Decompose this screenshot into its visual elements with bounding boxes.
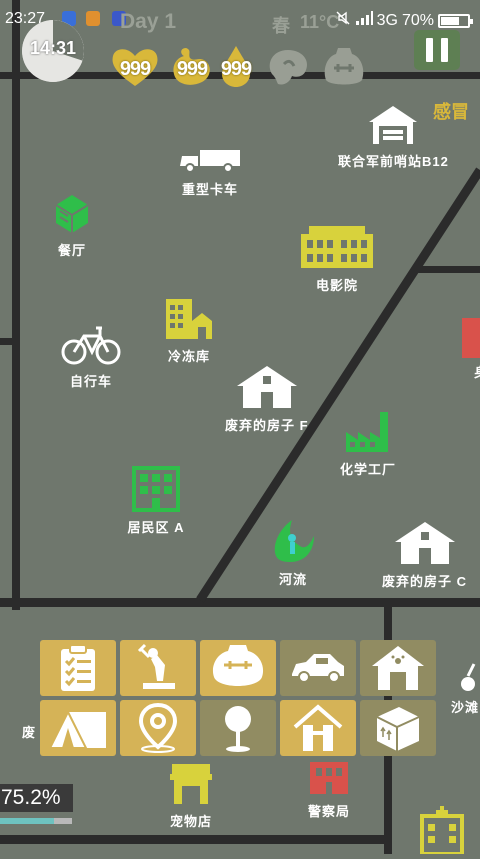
pause-icon-bar xyxy=(426,38,433,62)
factory-icon xyxy=(346,412,388,452)
truck-icon xyxy=(180,150,240,173)
car-icon xyxy=(292,654,344,683)
home-button[interactable] xyxy=(280,700,356,756)
map-location-button[interactable] xyxy=(120,700,196,756)
action-menu xyxy=(40,640,440,760)
location-label: 化学工厂 xyxy=(340,462,397,477)
location-truck[interactable]: 重型卡车 xyxy=(178,148,242,198)
mental-stat[interactable] xyxy=(262,44,314,88)
box-icon xyxy=(376,707,420,751)
location-cold-storage[interactable]: 冷冻库 xyxy=(164,297,214,365)
network-type: 3G xyxy=(376,11,398,29)
restaurant-icon xyxy=(55,195,89,233)
clock-time: 14:31 xyxy=(29,38,77,58)
location-label: 重型卡车 xyxy=(181,182,238,197)
backpack-icon xyxy=(212,645,264,686)
offscreen-location-label: 身 xyxy=(474,362,480,381)
battery-percent: 70% xyxy=(401,11,434,29)
location-restaurant[interactable]: 餐厅 xyxy=(52,193,92,259)
location-label: 居民区 A xyxy=(127,520,185,535)
health-value: 999 xyxy=(119,58,151,80)
location-label: 电影院 xyxy=(315,278,358,293)
day-clock: 14:31 xyxy=(22,20,84,82)
road-bottom xyxy=(0,835,392,844)
pause-button[interactable] xyxy=(414,30,460,70)
location-label: 宠物店 xyxy=(169,814,212,829)
thirst-stat[interactable]: 999 xyxy=(210,44,262,88)
bicycle-icon xyxy=(61,326,121,365)
beach-icon xyxy=(461,663,476,691)
day-counter: Day 1 xyxy=(120,10,177,33)
temperature-label: 11°C xyxy=(300,12,340,32)
house-icon xyxy=(394,522,455,564)
cinema-icon xyxy=(301,226,373,268)
home-icon xyxy=(293,704,343,751)
location-label: 警察局 xyxy=(307,804,350,819)
location-label: 废弃的房子 F xyxy=(225,418,309,433)
location-residential-a[interactable]: 居民区 A xyxy=(126,466,186,536)
hospital-icon xyxy=(420,806,464,856)
cold-storage-icon xyxy=(166,299,212,339)
signal-icon xyxy=(355,11,373,30)
task-list-button[interactable] xyxy=(40,640,116,696)
road-south xyxy=(0,598,480,607)
location-police-station[interactable]: 警察局 xyxy=(306,760,352,820)
location-bicycle[interactable]: 自行车 xyxy=(60,322,122,390)
outpost-icon xyxy=(369,106,418,144)
signpost-button[interactable] xyxy=(200,700,276,756)
scavenge-icon xyxy=(137,643,175,689)
road-west-stub xyxy=(0,338,14,345)
scavenge-button[interactable] xyxy=(120,640,196,696)
location-label: 冷冻库 xyxy=(167,349,210,364)
location-abandoned-house-f[interactable]: 废弃的房子 F xyxy=(225,364,309,434)
location-river[interactable]: 河流 xyxy=(270,516,316,588)
road-east-branch xyxy=(418,266,480,273)
location-beach[interactable]: 沙滩 xyxy=(450,662,480,716)
season-label: 春 xyxy=(272,16,290,36)
river-icon xyxy=(274,520,314,562)
clipboard-checklist-icon xyxy=(61,644,95,691)
pet-house-icon xyxy=(372,646,424,690)
location-chemical-factory[interactable]: 化学工厂 xyxy=(340,410,396,478)
shelter-button[interactable] xyxy=(360,640,436,696)
backpack-load-icon xyxy=(324,48,364,85)
location-outpost[interactable]: 联合军前哨站B12 xyxy=(338,102,449,170)
signpost-icon xyxy=(225,706,251,752)
pause-icon-bar xyxy=(441,38,448,62)
offscreen-location-marker[interactable] xyxy=(462,318,480,358)
load-stat[interactable] xyxy=(318,44,370,88)
exploration-progress-fill xyxy=(0,818,55,824)
location-label: 联合军前哨站B12 xyxy=(338,154,449,169)
battery-icon xyxy=(438,13,473,28)
map-pin-icon xyxy=(138,703,178,753)
health-stat[interactable]: 999 xyxy=(109,44,161,88)
location-label-partial: 废 xyxy=(22,725,36,740)
thirst-value: 999 xyxy=(220,58,252,80)
location-label: 自行车 xyxy=(69,374,112,389)
pet-store-icon xyxy=(170,764,212,804)
house-icon xyxy=(236,366,297,408)
police-station-icon xyxy=(310,762,348,794)
location-label: 餐厅 xyxy=(57,243,86,258)
brain-mental-icon xyxy=(269,50,308,85)
location-label: 河流 xyxy=(278,572,307,587)
location-cinema[interactable]: 电影院 xyxy=(299,226,375,294)
residential-icon xyxy=(132,466,180,512)
location-label: 沙滩 xyxy=(450,700,479,715)
tent-icon xyxy=(48,709,106,749)
exploration-progress-bar xyxy=(0,818,72,824)
inventory-button[interactable] xyxy=(200,640,276,696)
exploration-percent: 75.2% xyxy=(0,784,73,812)
camp-button[interactable] xyxy=(40,700,116,756)
location-label: 废弃的房子 C xyxy=(382,574,468,589)
location-abandoned-house-c[interactable]: 废弃的房子 C xyxy=(382,520,467,590)
location-pet-store[interactable]: 宠物店 xyxy=(168,762,214,830)
road-west xyxy=(12,0,20,610)
location-hospital[interactable] xyxy=(420,802,464,859)
storage-box-button[interactable] xyxy=(360,700,436,756)
app-notification-icon xyxy=(86,11,100,26)
vehicle-button[interactable] xyxy=(280,640,356,696)
